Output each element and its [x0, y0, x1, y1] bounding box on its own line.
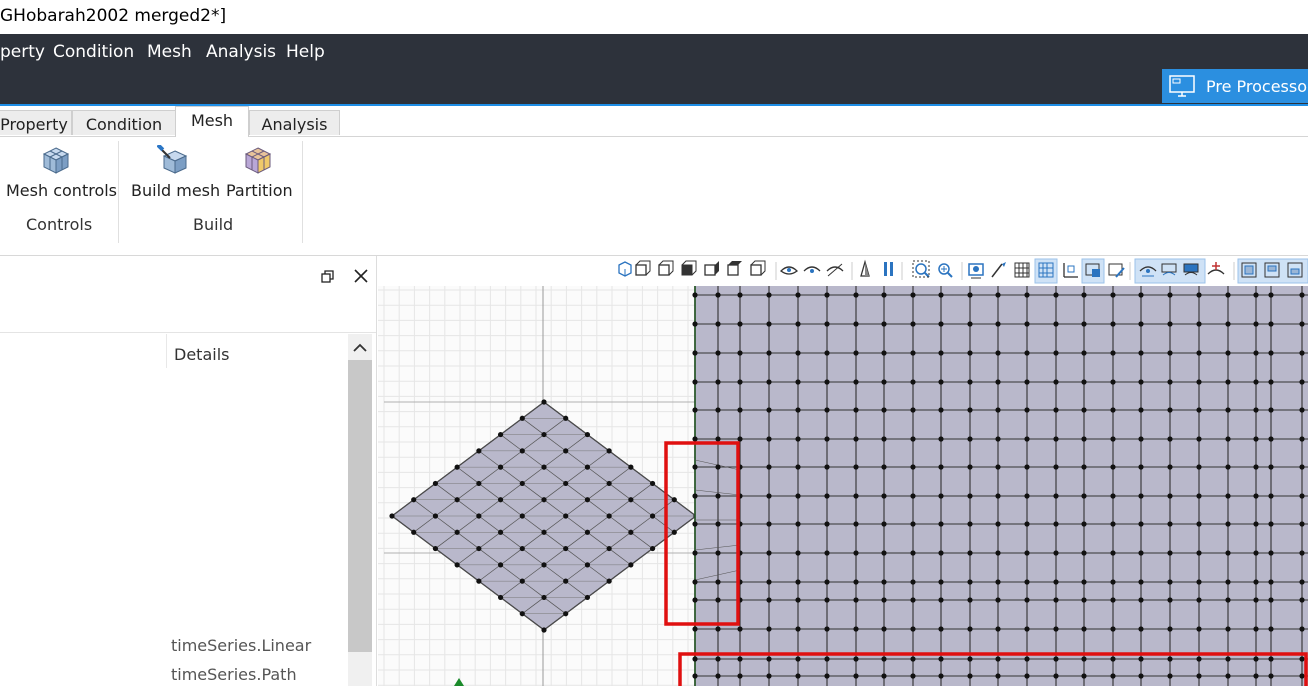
- view-bottom-icon[interactable]: [750, 260, 766, 276]
- view-front-icon[interactable]: [635, 260, 651, 276]
- list-item[interactable]: timeSeries.Linear: [171, 636, 311, 655]
- tab-condition[interactable]: Condition: [72, 110, 176, 135]
- perspective-icon[interactable]: [860, 259, 870, 277]
- orthographic-icon[interactable]: [884, 262, 893, 276]
- pre-processor-button[interactable]: Pre Processor: [1162, 69, 1308, 103]
- ribbon-tabs: Property Condition Mesh Analysis: [0, 106, 1308, 137]
- build-mesh-label: Build mesh: [131, 181, 221, 200]
- restore-window-icon[interactable]: [320, 269, 336, 285]
- ribbon: Mesh controls Controls Build mesh Partit…: [0, 137, 1308, 256]
- tab-property[interactable]: Property: [0, 110, 72, 135]
- menu-analysis[interactable]: Analysis: [206, 42, 276, 62]
- title-bar: GHobarah2002 merged2*]: [0, 0, 1308, 34]
- list-item[interactable]: timeSeries.Path: [171, 665, 297, 684]
- scroll-up-icon[interactable]: [348, 338, 372, 358]
- group-label-controls: Controls: [26, 215, 93, 234]
- block-part: [695, 286, 1308, 686]
- view-iso-icon[interactable]: [618, 261, 632, 277]
- mesh-controls-button[interactable]: Mesh controls: [6, 145, 118, 200]
- partition-label: Partition: [226, 181, 293, 200]
- menu-help[interactable]: Help: [286, 42, 325, 62]
- model-canvas[interactable]: [378, 286, 1308, 686]
- grid-icon[interactable]: [1014, 262, 1030, 278]
- mesh-controls-icon: [42, 147, 70, 174]
- group-separator: [302, 141, 303, 243]
- pre-processor-label: Pre Processor: [1206, 77, 1308, 96]
- hide-icon[interactable]: [803, 266, 821, 273]
- build-mesh-icon: [157, 145, 188, 174]
- zoom-in-icon[interactable]: [938, 263, 953, 278]
- explorer-panel: Details timeSeries.Linear timeSeries.Pat…: [0, 256, 377, 686]
- monitor-icon: [1169, 75, 1195, 97]
- build-mesh-button[interactable]: Build mesh: [131, 145, 221, 200]
- menu-property[interactable]: perty: [0, 42, 45, 62]
- group-separator: [118, 141, 119, 243]
- details-column-header: Details: [174, 345, 230, 364]
- view-right-icon[interactable]: [704, 261, 719, 276]
- window-title: GHobarah2002 merged2*]: [0, 6, 227, 26]
- show-labels-icon[interactable]: [1207, 262, 1225, 275]
- paint-icon[interactable]: [991, 262, 1006, 278]
- panel-header: [0, 256, 376, 333]
- show-icon[interactable]: [780, 266, 798, 275]
- scroll-thumb[interactable]: [348, 360, 372, 652]
- viewport[interactable]: [378, 256, 1308, 686]
- partition-button[interactable]: Partition: [226, 145, 293, 200]
- close-icon[interactable]: [352, 267, 370, 285]
- group-label-build: Build: [193, 215, 234, 234]
- view-back-icon[interactable]: [658, 260, 674, 276]
- hide-others-icon[interactable]: [826, 263, 844, 277]
- zoom-fit-icon[interactable]: [912, 260, 930, 278]
- menu-condition[interactable]: Condition: [53, 42, 134, 62]
- menu-mesh[interactable]: Mesh: [147, 42, 192, 62]
- partition-icon: [244, 147, 272, 174]
- view-left-icon[interactable]: [681, 260, 697, 276]
- menu-bar: perty Condition Mesh Analysis Help: [0, 34, 1308, 105]
- screenshot-icon[interactable]: [968, 263, 984, 279]
- viewport-toolbar: [378, 256, 1308, 286]
- tab-analysis[interactable]: Analysis: [249, 110, 340, 135]
- axis-icon[interactable]: [1063, 263, 1078, 278]
- tab-mesh[interactable]: Mesh: [175, 106, 249, 137]
- mesh-controls-label: Mesh controls: [6, 181, 118, 200]
- select-edit-icon[interactable]: [1108, 263, 1125, 278]
- view-top-icon[interactable]: [727, 261, 742, 276]
- column-divider[interactable]: [166, 334, 167, 368]
